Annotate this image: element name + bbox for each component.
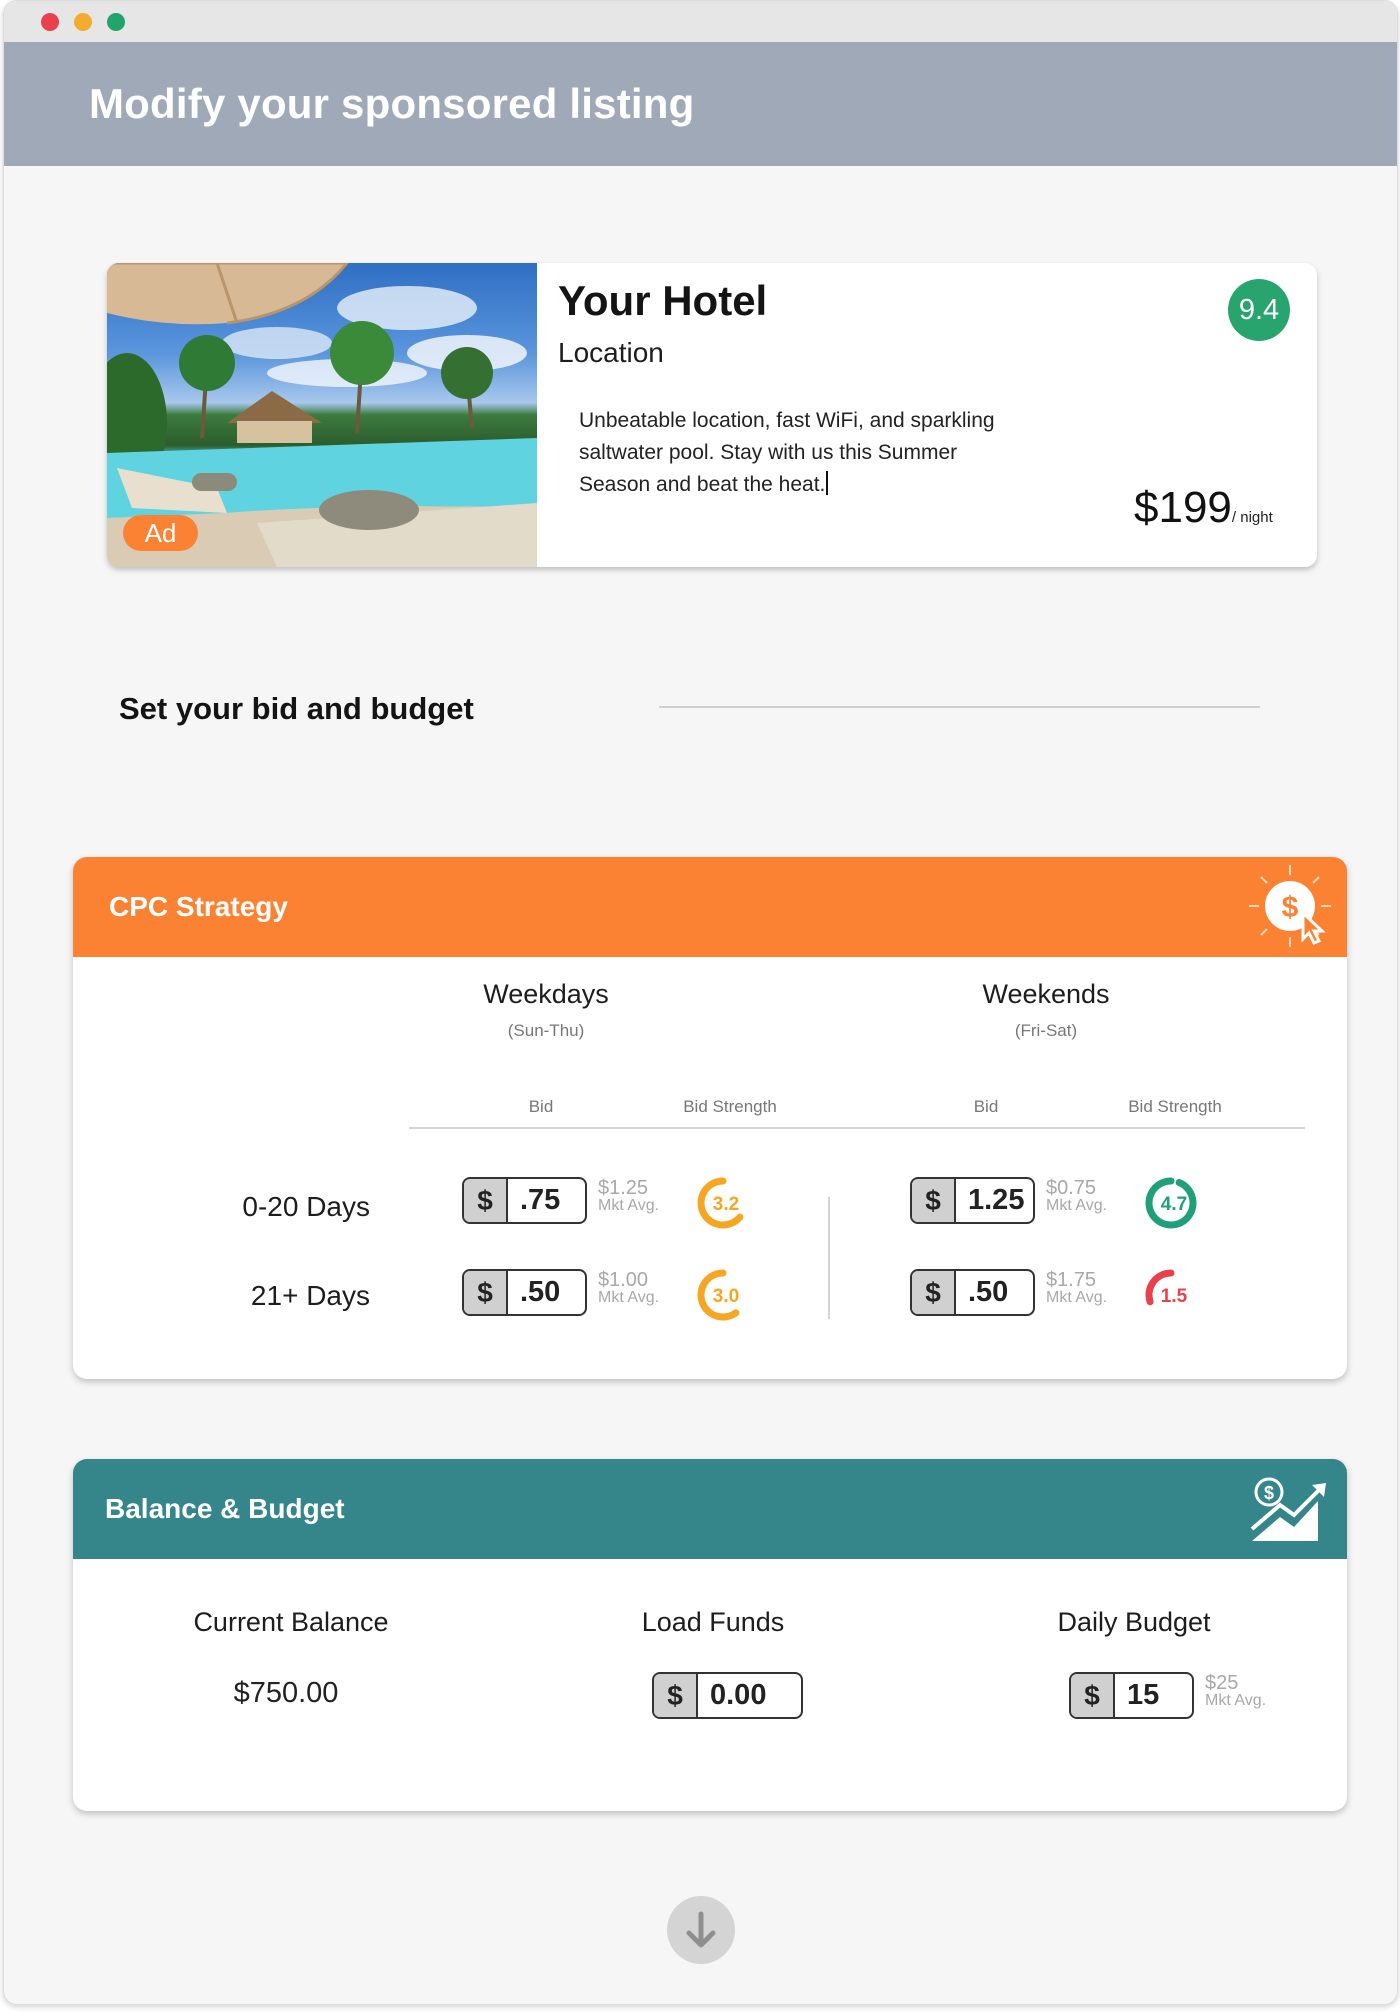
daily-budget-label: Daily Budget: [1057, 1607, 1211, 1637]
row-label-21-plus-days: 21+ Days: [250, 1280, 370, 1311]
current-balance-label: Current Balance: [193, 1607, 389, 1637]
nightly-price: $199/ night: [1134, 483, 1273, 533]
mkt-avg-value: $1.75: [1046, 1269, 1097, 1291]
currency-prefix: $: [464, 1271, 508, 1314]
mkt-avg-value: $0.75: [1046, 1177, 1097, 1199]
daily-budget-input[interactable]: $ 15: [1069, 1672, 1194, 1719]
weekday-mkt-avg-0-20: $1.25 Mkt Avg.: [598, 1177, 660, 1215]
listing-card[interactable]: Ad Your Hotel Location Unbeatable locati…: [107, 263, 1317, 567]
browser-window: Modify your sponsored listing Ad Your Ho…: [3, 0, 1398, 2005]
currency-prefix: $: [464, 1179, 508, 1222]
table-header-divider: [409, 1127, 1305, 1129]
weekday-strength-gauge-21-plus: 3.0: [697, 1269, 740, 1321]
strength-gauge-value: 3.2: [713, 1194, 739, 1215]
mkt-avg-label: Mkt Avg.: [598, 1197, 660, 1214]
page-header: Modify your sponsored listing: [4, 42, 1397, 166]
weekend-strength-header: Bid Strength: [1128, 1097, 1222, 1116]
price-unit: / night: [1231, 509, 1273, 526]
weekend-bid-header: Bid: [973, 1097, 999, 1116]
svg-text:$: $: [1282, 891, 1299, 924]
weekend-strength-gauge-0-20: 4.7: [1145, 1177, 1197, 1229]
daily-budget-mkt-avg: $25 Mkt Avg.: [1205, 1672, 1267, 1710]
row-label-0-20-days: 0-20 Days: [242, 1191, 370, 1222]
weekend-bid-0-20-input[interactable]: $ 1.25: [910, 1177, 1035, 1224]
weekday-strength-gauge-0-20: 3.2: [697, 1177, 744, 1229]
weekday-bid-21-plus-input[interactable]: $ .50: [462, 1269, 587, 1316]
weekend-mkt-avg-21-plus: $1.75 Mkt Avg.: [1046, 1269, 1108, 1307]
bid-value: .50: [520, 1276, 561, 1308]
weekdays-subheading: (Sun-Thu): [507, 1021, 585, 1040]
balance-budget-panel: Balance & Budget $ Current Balance $750.…: [73, 1459, 1347, 1811]
mkt-avg-value: $1.00: [598, 1269, 649, 1291]
hotel-description-text: Unbeatable location, fast WiFi, and spar…: [579, 409, 995, 496]
cpc-strategy-panel: CPC Strategy $ Weekdays (Sun-Thu) Weeken…: [73, 857, 1347, 1379]
bid-budget-heading: Set your bid and budget: [119, 691, 474, 726]
money-growth-icon: $: [1250, 1477, 1326, 1541]
hotel-name[interactable]: Your Hotel: [558, 277, 767, 325]
weekday-bid-header: Bid: [528, 1097, 554, 1116]
strength-gauge-value: 3.0: [713, 1286, 739, 1307]
mkt-avg-label: Mkt Avg.: [1046, 1289, 1108, 1306]
ad-badge: Ad: [123, 515, 198, 551]
scroll-down-button[interactable]: [667, 1896, 735, 1964]
bid-value: .75: [520, 1184, 561, 1216]
section-divider: [659, 706, 1260, 708]
svg-text:$: $: [1264, 1483, 1274, 1503]
currency-prefix: $: [1071, 1674, 1115, 1717]
arrow-down-icon: [686, 1911, 716, 1948]
cpc-panel-title: CPC Strategy: [109, 891, 288, 922]
bid-value: .50: [968, 1276, 1009, 1308]
mkt-avg-value: $25: [1205, 1672, 1239, 1694]
rating-badge: 9.4: [1228, 279, 1290, 341]
text-caret: [826, 471, 829, 495]
mkt-avg-value: $1.25: [598, 1177, 649, 1199]
currency-prefix: $: [912, 1271, 956, 1314]
page-title: Modify your sponsored listing: [89, 80, 695, 127]
strength-gauge-value: 4.7: [1161, 1194, 1187, 1215]
currency-prefix: $: [654, 1674, 698, 1717]
hotel-description-field[interactable]: Unbeatable location, fast WiFi, and spar…: [579, 405, 1019, 501]
weekday-strength-header: Bid Strength: [683, 1097, 777, 1116]
mkt-avg-label: Mkt Avg.: [1205, 1692, 1267, 1709]
weekends-heading: Weekends: [982, 979, 1110, 1009]
weekday-mkt-avg-21-plus: $1.00 Mkt Avg.: [598, 1269, 660, 1307]
weekends-subheading: (Fri-Sat): [1014, 1021, 1078, 1040]
close-window-dot[interactable]: [41, 13, 59, 31]
balance-panel-title: Balance & Budget: [105, 1493, 345, 1524]
mkt-avg-label: Mkt Avg.: [1046, 1197, 1108, 1214]
bid-value: 1.25: [968, 1184, 1025, 1216]
dollar-click-icon: $: [1249, 865, 1331, 947]
window-titlebar: [4, 1, 1397, 42]
current-balance-value: $750.00: [233, 1677, 339, 1709]
minimize-window-dot[interactable]: [74, 13, 92, 31]
load-funds-value: 0.00: [710, 1679, 767, 1711]
column-divider: [828, 1197, 830, 1319]
weekend-strength-gauge-21-plus: 1.5: [1145, 1269, 1188, 1307]
load-funds-input[interactable]: $ 0.00: [652, 1672, 803, 1719]
hotel-location[interactable]: Location: [558, 337, 664, 369]
hotel-photo: Ad: [107, 263, 537, 567]
weekdays-heading: Weekdays: [483, 979, 609, 1009]
currency-prefix: $: [912, 1179, 956, 1222]
daily-budget-value: 15: [1127, 1679, 1160, 1711]
strength-gauge-value: 1.5: [1161, 1286, 1188, 1307]
weekend-mkt-avg-0-20: $0.75 Mkt Avg.: [1046, 1177, 1108, 1215]
balance-panel-header: Balance & Budget $: [73, 1459, 1347, 1559]
maximize-window-dot[interactable]: [107, 13, 125, 31]
cpc-panel-header: CPC Strategy $: [73, 857, 1347, 957]
load-funds-label: Load Funds: [641, 1607, 785, 1637]
mkt-avg-label: Mkt Avg.: [598, 1289, 660, 1306]
price-value: $199: [1134, 483, 1232, 532]
weekday-bid-0-20-input[interactable]: $ .75: [462, 1177, 587, 1224]
weekend-bid-21-plus-input[interactable]: $ .50: [910, 1269, 1035, 1316]
